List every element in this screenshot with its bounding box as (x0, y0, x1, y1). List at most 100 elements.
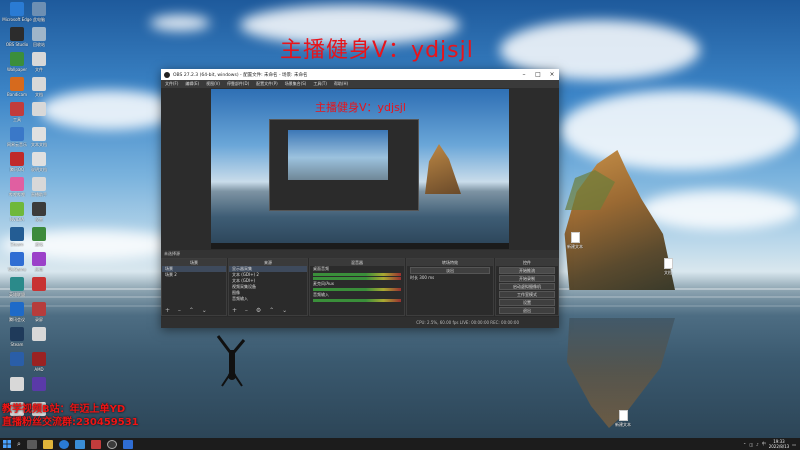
volume-meter[interactable] (313, 299, 401, 302)
menu-help[interactable]: 帮助(H) (334, 81, 348, 87)
status-bar: CPU: 2.5%, 60.00 fps LIVE: 00:00:00 REC:… (161, 317, 559, 328)
desktop-shortcut[interactable] (22, 102, 56, 117)
desktop-shortcut[interactable]: 说明文档 (22, 152, 56, 172)
scene-tools[interactable]: + – ⌃ ⌄ (165, 307, 210, 314)
desktop-shortcut[interactable] (22, 327, 56, 342)
app-icon (32, 177, 46, 191)
app-icon (32, 127, 46, 141)
app-icon (32, 27, 46, 41)
handstand-person-silhouette (216, 335, 246, 387)
desktop-shortcut[interactable]: 应用 (22, 252, 56, 272)
close-icon[interactable]: × (545, 71, 559, 78)
document-icon (618, 410, 628, 421)
exit-button[interactable]: 退出 (499, 307, 555, 314)
desktop-shortcut[interactable]: 此电脑 (22, 2, 56, 22)
menu-tools[interactable]: 工具(T) (313, 81, 327, 87)
mixer-channel-label: 音频输入 (313, 292, 329, 297)
clock[interactable]: 19:33 2022/8/13 (769, 439, 790, 449)
app-icon (32, 77, 46, 91)
source-item[interactable]: 音频输入 (229, 296, 307, 302)
duration-input[interactable]: 300 ms (419, 275, 434, 280)
start-recording-button[interactable]: 开始录制 (499, 275, 555, 282)
network-icon[interactable]: ◫ (749, 442, 753, 447)
file-explorer-icon[interactable] (43, 439, 53, 449)
desktop-file[interactable]: 文档 (655, 258, 681, 275)
desktop-shortcut[interactable]: 回收站 (22, 27, 56, 47)
desktop-shortcut-label: 录屏 (35, 317, 43, 322)
app-icon (32, 352, 46, 366)
desktop-file[interactable]: 新建文本 (562, 232, 588, 249)
task-view-icon[interactable] (27, 439, 37, 449)
obs-taskbar-icon[interactable] (107, 439, 117, 449)
search-icon[interactable]: ⌕ (14, 438, 24, 450)
document-icon (570, 232, 580, 243)
store-icon[interactable] (75, 439, 85, 449)
desktop-shortcut[interactable]: 游戏 (22, 227, 56, 247)
menu-docks[interactable]: 停靠部件(D) (227, 81, 249, 87)
desktop-shortcut[interactable] (22, 277, 56, 292)
scene-item[interactable]: 场景 2 (162, 272, 226, 278)
menu-scene-collection[interactable]: 场景集合(S) (285, 81, 307, 87)
settings-button[interactable]: 设置 (499, 299, 555, 306)
volume-meter[interactable] (313, 273, 401, 276)
desktop-shortcut-label: Steam (10, 342, 24, 347)
start-button[interactable] (0, 438, 14, 450)
volume-icon[interactable]: ♪ (756, 442, 759, 447)
sources-dock: 来源 显示器采集 文本 (GDI+) 2 文本 (GDI+) 视频采集设备 图像… (228, 258, 308, 316)
desktop-shortcut[interactable] (22, 377, 56, 392)
notification-icon[interactable]: ▭ (792, 442, 796, 447)
app-icon (32, 52, 46, 66)
controls-header: 控件 (496, 259, 558, 266)
desktop-shortcut[interactable]: 直播助手 (22, 177, 56, 197)
obs-titlebar[interactable]: OBS 27.2.3 (64-bit, windows) - 配置文件: 未命名… (161, 69, 559, 80)
desktop-shortcut-label: 英雄联盟 (9, 292, 25, 297)
stream-overlay-info: 教学视频B站：年迈上单YD 直播粉丝交流群:230459531 (2, 403, 139, 429)
desktop-shortcut[interactable]: 设置 (22, 202, 56, 222)
preview-overlay-text: 主播健身V：ydjsjl (315, 101, 406, 114)
menu-view[interactable]: 视图(V) (206, 81, 220, 87)
window-title: OBS 27.2.3 (64-bit, windows) - 配置文件: 未命名… (173, 72, 308, 78)
controls-dock: 控件 开始推流 开始录制 启动虚拟摄像机 工作室模式 设置 退出 (495, 258, 559, 316)
maximize-icon[interactable]: □ (531, 71, 545, 78)
app-icon[interactable] (91, 439, 101, 449)
audio-mixer-dock: 混音器 桌面音频 麦克风/Aux 音频输入 (309, 258, 405, 316)
menu-file[interactable]: 文件(F) (165, 81, 178, 87)
app-icon (32, 377, 46, 391)
desktop-shortcut-label: 文档 (35, 92, 43, 97)
desktop-shortcut[interactable]: 文档 (22, 77, 56, 97)
ime-indicator[interactable]: 中 (762, 441, 766, 447)
minimize-icon[interactable]: – (517, 71, 531, 78)
volume-meter[interactable] (313, 288, 401, 291)
menu-profile[interactable]: 配置文件(P) (256, 81, 278, 87)
desktop-shortcut-label: AMD (34, 367, 44, 372)
desktop-shortcut-label: 应用 (35, 267, 43, 272)
desktop-shortcut[interactable]: 文本文档 (22, 127, 56, 147)
obs-logo-icon (164, 71, 170, 78)
preview-area[interactable]: 主播健身V：ydjsjl (161, 88, 559, 250)
desktop-shortcut[interactable]: 文件 (22, 52, 56, 72)
mixer-header: 混音器 (310, 259, 404, 266)
virtual-camera-button[interactable]: 启动虚拟摄像机 (499, 283, 555, 290)
preview-canvas[interactable]: 主播健身V：ydjsjl (211, 89, 509, 249)
start-streaming-button[interactable]: 开始推流 (499, 267, 555, 274)
volume-meter[interactable] (313, 277, 401, 280)
obs-window: OBS 27.2.3 (64-bit, windows) - 配置文件: 未命名… (161, 69, 559, 328)
desktop-shortcut-label: 说明文档 (31, 167, 47, 172)
desktop-shortcut[interactable]: AMD (22, 352, 56, 372)
edge-icon[interactable] (59, 439, 69, 449)
system-tray: ⌃ ◫ ♪ 中 19:33 2022/8/13 ▭ (743, 439, 800, 449)
desktop-file[interactable]: 新建文本 (610, 410, 636, 427)
desktop-shortcut-label: 文本文档 (31, 142, 47, 147)
chevron-up-icon[interactable]: ⌃ (743, 442, 746, 447)
transitions-header: 转场特效 (407, 259, 493, 266)
app-icon[interactable] (123, 439, 133, 449)
menu-edit[interactable]: 编辑(E) (185, 81, 199, 87)
menu-bar: 文件(F) 编辑(E) 视图(V) 停靠部件(D) 配置文件(P) 场景集合(S… (161, 80, 559, 88)
transition-select[interactable]: 淡出 (410, 267, 490, 274)
desktop-shortcut[interactable]: 录屏 (22, 302, 56, 322)
studio-mode-button[interactable]: 工作室模式 (499, 291, 555, 298)
overlay-bilibili-line: 教学视频B站：年迈上单YD (2, 404, 126, 415)
no-source-label: 未选择源 (164, 251, 180, 256)
source-tools[interactable]: + – ⚙ ⌃ ⌄ (232, 307, 290, 314)
app-icon (32, 277, 46, 291)
